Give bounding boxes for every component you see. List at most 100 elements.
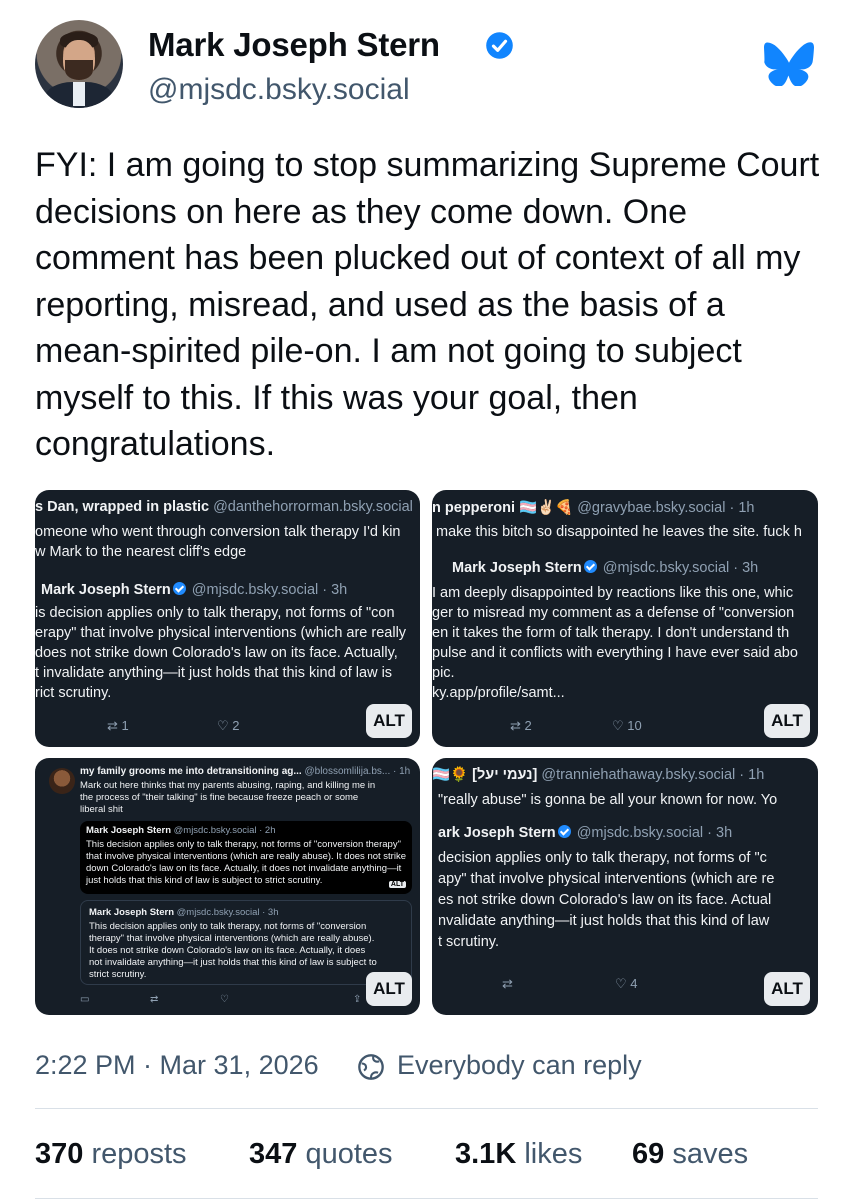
tile4-quote-line: decision applies only to talk therapy, n… — [438, 850, 767, 866]
tile4-author: 🏳️‍⚧️🌻 [נעמי יעל] — [432, 767, 538, 783]
post-text: FYI: I am going to stop summarizing Supr… — [35, 146, 820, 463]
divider — [35, 1108, 818, 1109]
tile2-reposts: 2 — [524, 718, 532, 733]
tile1-handle: @danthehorrorman.bsky.social — [213, 499, 413, 515]
reposts-stat[interactable]: 370 reposts — [35, 1138, 187, 1171]
bluesky-butterfly-icon[interactable] — [764, 42, 814, 86]
heart-icon: ♡ — [612, 718, 624, 733]
tile1-quote-line: is decision applies only to talk therapy… — [35, 605, 395, 621]
alt-text-button[interactable]: ALT — [764, 704, 810, 738]
tile2-quote-meta: @mjsdc.bsky.social · 3h — [602, 560, 759, 576]
post-timestamp[interactable]: 2:22 PM · Mar 31, 2026 — [35, 1050, 319, 1081]
screenshot-image-3[interactable]: my family grooms me into detransitioning… — [35, 758, 420, 1015]
tile1-quote-meta: @mjsdc.bsky.social · 3h — [191, 582, 348, 598]
reposts-label: reposts — [91, 1138, 187, 1170]
repost-icon: ⇄ — [150, 994, 159, 1005]
screenshot-image-1[interactable]: s Dan, wrapped in plastic @danthehorrorm… — [35, 490, 420, 747]
tile2-quote-line: pic. — [432, 665, 455, 681]
tile3-quote1-meta: @mjsdc.bsky.social · 2h — [173, 825, 276, 836]
reposts-count: 370 — [35, 1138, 84, 1170]
tile3-inner-alt-badge: ALT — [388, 881, 406, 888]
reply-setting-label[interactable]: Everybody can reply — [397, 1050, 642, 1081]
tile1-quote-line: does not strike down Colorado's law on i… — [35, 645, 398, 661]
repost-icon: ⇄ — [107, 718, 118, 733]
tile3-quote2-line: therapy" that involve physical intervent… — [89, 933, 375, 944]
verified-check-icon — [486, 32, 513, 59]
tile3-quote2-line: This decision applies only to talk thera… — [89, 921, 367, 932]
tile2-line: make this bitch so disappointed he leave… — [436, 524, 802, 540]
tile3-quote-1: Mark Joseph Stern @mjsdc.bsky.social · 2… — [80, 821, 412, 894]
tile3-quote1-line: just holds that this kind of law is subj… — [86, 875, 323, 886]
tile4-line: "really abuse" is gonna be all your know… — [438, 792, 778, 808]
tile4-quote-author: ark Joseph Stern — [438, 825, 556, 841]
tile4-handle: @tranniehathaway.bsky.social · 1h — [541, 767, 765, 783]
tile3-quote1-line: that involve physical interventions (whi… — [86, 851, 406, 862]
heart-icon: ♡ — [220, 994, 229, 1005]
tile1-quote-line: t invalidate anything—it just holds that… — [35, 665, 393, 681]
tile1-line: w Mark to the nearest cliff's edge — [35, 544, 247, 560]
quotes-stat[interactable]: 347 quotes — [249, 1138, 393, 1171]
tile2-author: n pepperoni 🏳️‍⚧️✌🏻🍕 — [432, 500, 574, 516]
tile3-line: liberal shit — [80, 804, 123, 815]
tile3-quote2-line: strict scrutiny. — [89, 969, 147, 980]
tile2-likes: 10 — [627, 718, 642, 733]
tile3-line: the process of "their talking" is fine b… — [80, 792, 359, 803]
tile2-quote-line: ger to misread my comment as a defense o… — [432, 605, 795, 621]
tile1-quote-line: rict scrutiny. — [35, 685, 112, 701]
tile4-quote-meta: @mjsdc.bsky.social · 3h — [576, 825, 733, 841]
repost-icon: ⇄ — [502, 976, 513, 991]
tile2-quote-line: I am deeply disappointed by reactions li… — [432, 585, 794, 601]
alt-text-button[interactable]: ALT — [366, 704, 412, 738]
verified-check-icon — [172, 582, 186, 595]
tile3-quote1-author: Mark Joseph Stern — [86, 825, 171, 836]
author-name[interactable]: Mark Joseph Stern — [148, 26, 440, 64]
saves-stat[interactable]: 69 saves — [632, 1138, 748, 1171]
author-handle[interactable]: @mjsdc.bsky.social — [148, 73, 410, 107]
tile2-quote-line: en it takes the form of talk therapy. I … — [432, 625, 790, 641]
alt-text-button[interactable]: ALT — [764, 972, 810, 1006]
tile3-handle: @blossomlilija.bs... · 1h — [304, 766, 411, 777]
tile3-quote2-line: not invalidate anything—it just holds th… — [89, 957, 377, 968]
tile1-likes: 2 — [232, 718, 240, 733]
tile3-quote-2: Mark Joseph Stern @mjsdc.bsky.social · 3… — [80, 900, 412, 985]
tile4-quote-line: nvalidate anything—it just holds that th… — [438, 913, 770, 929]
likes-count: 3.1K — [455, 1138, 517, 1170]
tile4-quote-line: apy" that involve physical interventions… — [438, 871, 775, 887]
avatar-beard — [65, 60, 93, 80]
tile2-quote-author: Mark Joseph Stern — [452, 560, 582, 576]
tile4-likes: 4 — [630, 976, 638, 991]
saves-label: saves — [672, 1138, 749, 1170]
reply-icon: ▭ — [80, 994, 90, 1005]
tile2-handle: @gravybae.bsky.social · 1h — [577, 500, 755, 516]
avatar-collar — [73, 82, 85, 106]
heart-icon: ♡ — [615, 976, 627, 991]
alt-text-button[interactable]: ALT — [366, 972, 412, 1006]
heart-icon: ♡ — [217, 718, 229, 733]
image-grid: s Dan, wrapped in plastic @danthehorrorm… — [35, 490, 818, 1015]
share-icon: ⇪ — [353, 994, 362, 1005]
reply-setting-icon — [358, 1054, 384, 1080]
verified-check-icon — [557, 825, 571, 838]
tile1-author: s Dan, wrapped in plastic — [35, 499, 210, 515]
tile2-quote-line: pulse and it conflicts with everything I… — [432, 645, 798, 661]
tile3-quote1-line: down Colorado's law on its face. Actuall… — [86, 863, 402, 874]
quotes-count: 347 — [249, 1138, 298, 1170]
saves-count: 69 — [632, 1138, 665, 1170]
tile3-quote1-line: This decision applies only to talk thera… — [86, 839, 401, 850]
screenshot-image-4[interactable]: 🏳️‍⚧️🌻 [נעמי יעל] @tranniehathaway.bsky.… — [432, 758, 818, 1015]
tile1-quote-author: Mark Joseph Stern — [41, 582, 171, 598]
tile3-quote2-author: Mark Joseph Stern — [89, 907, 174, 918]
author-avatar[interactable] — [35, 20, 123, 108]
tile3-line: Mark out here thinks that my parents abu… — [80, 780, 376, 791]
screenshot-image-2[interactable]: n pepperoni 🏳️‍⚧️✌🏻🍕 @gravybae.bsky.soci… — [432, 490, 818, 747]
likes-stat[interactable]: 3.1K likes — [455, 1138, 582, 1171]
likes-label: likes — [524, 1138, 583, 1170]
tile3-avatar — [49, 768, 75, 794]
tile1-line: omeone who went through conversion talk … — [35, 524, 401, 540]
tile1-quote-line: erapy" that involve physical interventio… — [35, 625, 407, 641]
repost-icon: ⇄ — [510, 718, 521, 733]
tile3-author: my family grooms me into detransitioning… — [80, 766, 302, 777]
tile2-quote-line: ky.app/profile/samt... — [432, 685, 565, 701]
tile1-reposts: 1 — [121, 718, 129, 733]
divider — [35, 1198, 818, 1199]
